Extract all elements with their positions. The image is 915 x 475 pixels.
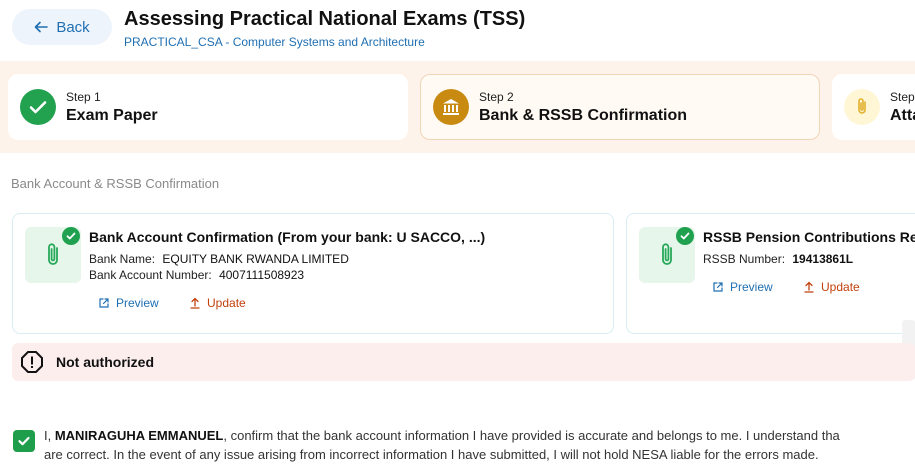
- confirmation-line-1: I, MANIRAGUHA EMMANUEL, confirm that the…: [44, 426, 915, 445]
- step-number: Step 2: [479, 89, 514, 104]
- step-1[interactable]: Step 1 Exam Paper: [8, 74, 408, 140]
- account-number-row: Bank Account Number: 4007111508923: [89, 268, 304, 282]
- verified-check-icon: [62, 227, 80, 245]
- rssb-card-title: RSSB Pension Contributions Rep: [703, 229, 915, 245]
- page-subtitle: PRACTICAL_CSA - Computer Systems and Arc…: [124, 35, 425, 49]
- update-label: Update: [207, 296, 246, 310]
- alert-circle-icon: [21, 351, 43, 373]
- step-label: Atta: [890, 106, 915, 124]
- step-label: Exam Paper: [66, 106, 158, 124]
- confirm-checkbox[interactable]: [13, 430, 35, 452]
- step-label: Bank & RSSB Confirmation: [479, 106, 688, 124]
- bank-account-card: Bank Account Confirmation (From your ban…: [12, 213, 614, 334]
- rssb-card: RSSB Pension Contributions Rep RSSB Numb…: [626, 213, 915, 334]
- back-button[interactable]: Back: [12, 9, 112, 45]
- preview-label: Preview: [730, 280, 773, 294]
- bank-update-button[interactable]: Update: [189, 296, 246, 310]
- verified-check-icon: [676, 227, 694, 245]
- rssb-number-row: RSSB Number: 19413861L: [703, 252, 853, 266]
- section-title: Bank Account & RSSB Confirmation: [11, 176, 220, 191]
- bank-name-label: Bank Name:: [89, 252, 156, 266]
- confirmation-prefix: I,: [44, 428, 55, 443]
- stepper: Step 1 Exam Paper Step 2 Bank & RSSB Con…: [0, 61, 915, 153]
- bank-name-value: EQUITY BANK RWANDA LIMITED: [162, 252, 349, 266]
- upload-icon: [190, 297, 200, 309]
- account-number-label: Bank Account Number:: [89, 268, 212, 282]
- check-icon: [18, 436, 30, 446]
- preview-label: Preview: [116, 296, 159, 310]
- step-2[interactable]: Step 2 Bank & RSSB Confirmation: [420, 74, 820, 140]
- rssb-preview-button[interactable]: Preview: [712, 280, 773, 294]
- step-number: Step: [890, 89, 915, 104]
- check-icon: [20, 89, 56, 125]
- confirmation-statement: I, MANIRAGUHA EMMANUEL, confirm that the…: [44, 426, 915, 464]
- confirmation-rest: , confirm that the bank account informat…: [223, 428, 840, 443]
- confirmer-name: MANIRAGUHA EMMANUEL: [54, 428, 224, 443]
- external-link-icon: [713, 282, 723, 292]
- rssb-update-button[interactable]: Update: [803, 280, 860, 294]
- account-number-value: 4007111508923: [219, 268, 305, 282]
- not-authorized-alert: Not authorized: [12, 343, 915, 381]
- external-link-icon: [99, 298, 109, 308]
- step-number: Step 1: [66, 89, 101, 104]
- rssb-number-value: 19413861L: [792, 252, 854, 266]
- arrow-left-icon: [35, 21, 49, 33]
- bank-preview-button[interactable]: Preview: [98, 296, 159, 310]
- bank-icon: [433, 89, 469, 125]
- upload-icon: [804, 281, 814, 293]
- paperclip-icon: [844, 89, 880, 125]
- back-button-label: Back: [56, 18, 90, 36]
- step-3[interactable]: Step Atta: [832, 74, 915, 140]
- update-label: Update: [821, 280, 860, 294]
- rssb-number-label: RSSB Number:: [703, 252, 786, 266]
- alert-text: Not authorized: [56, 354, 154, 370]
- bank-card-title: Bank Account Confirmation (From your ban…: [89, 229, 486, 245]
- bank-name-row: Bank Name: EQUITY BANK RWANDA LIMITED: [89, 252, 349, 266]
- page-title: Assessing Practical National Exams (TSS): [124, 8, 526, 30]
- confirmation-line-2: are correct. In the event of any issue a…: [44, 447, 819, 462]
